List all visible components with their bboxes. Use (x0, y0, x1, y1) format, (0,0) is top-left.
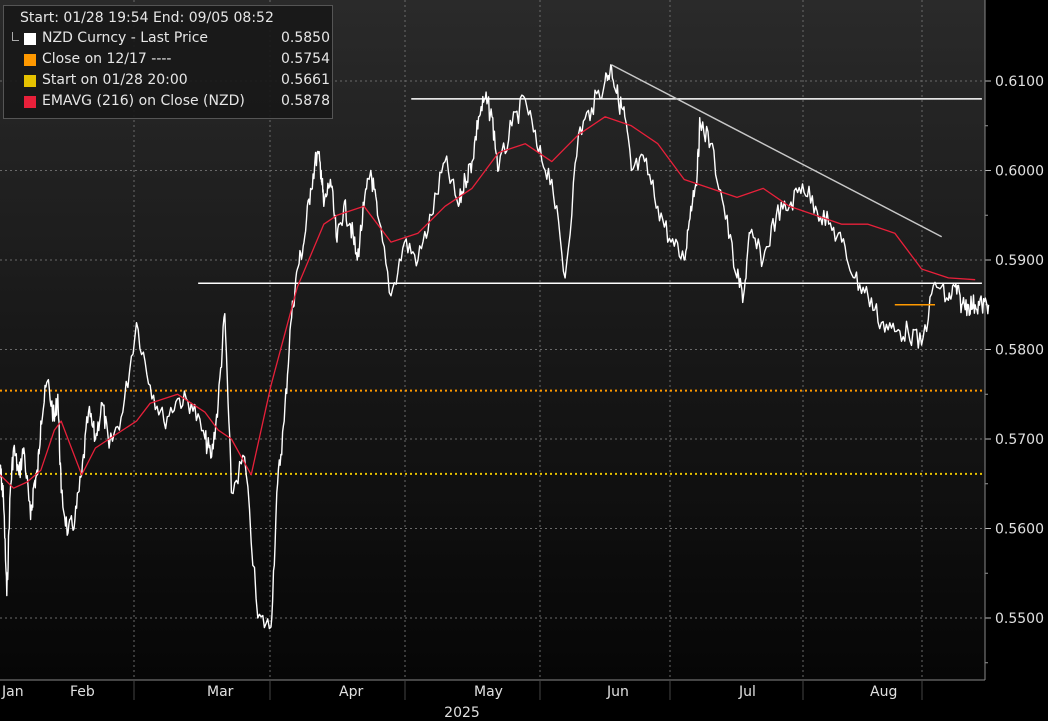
y-tick-label-1: 0.5600 (995, 522, 1044, 538)
x-tick-label-may: May (474, 684, 503, 700)
y-tick-label-5: 0.6000 (995, 164, 1044, 180)
legend-tree-icon (12, 32, 19, 41)
legend-swatch-white (24, 33, 36, 45)
legend-entry-close: Close on 12/17 ---- 0.5754 (12, 51, 330, 71)
legend-entry-start: Start on 01/28 20:00 0.5661 (12, 72, 330, 92)
legend-swatch-yellow (24, 75, 36, 87)
x-year-label: 2025 (444, 705, 480, 721)
y-tick-label-0: 0.5500 (995, 611, 1044, 627)
y-tick-label-2: 0.5700 (995, 432, 1044, 448)
legend-entry-emavg: EMAVG (216) on Close (NZD) 0.5878 (12, 93, 330, 113)
x-tick-label-jan: Jan (1, 684, 24, 700)
chart-legend: Start: 01/28 19:54 End: 09/05 08:52 NZD … (3, 5, 333, 119)
x-tick-label-aug: Aug (870, 684, 897, 700)
legend-swatch-red (24, 96, 36, 108)
y-tick-label-6: 0.6100 (995, 74, 1044, 90)
x-tick-label-feb: Feb (70, 684, 95, 700)
x-tick-label-mar: Mar (207, 684, 234, 700)
x-tick-label-apr: Apr (339, 684, 363, 700)
legend-header: Start: 01/28 19:54 End: 09/05 08:52 (20, 10, 274, 26)
x-tick-label-jun: Jun (606, 684, 629, 700)
legend-entry-last-price: NZD Curncy - Last Price 0.5850 (12, 30, 330, 50)
y-tick-label-4: 0.5900 (995, 253, 1044, 269)
y-tick-label-3: 0.5800 (995, 343, 1044, 359)
legend-swatch-orange (24, 54, 36, 66)
x-tick-label-jul: Jul (738, 684, 756, 700)
